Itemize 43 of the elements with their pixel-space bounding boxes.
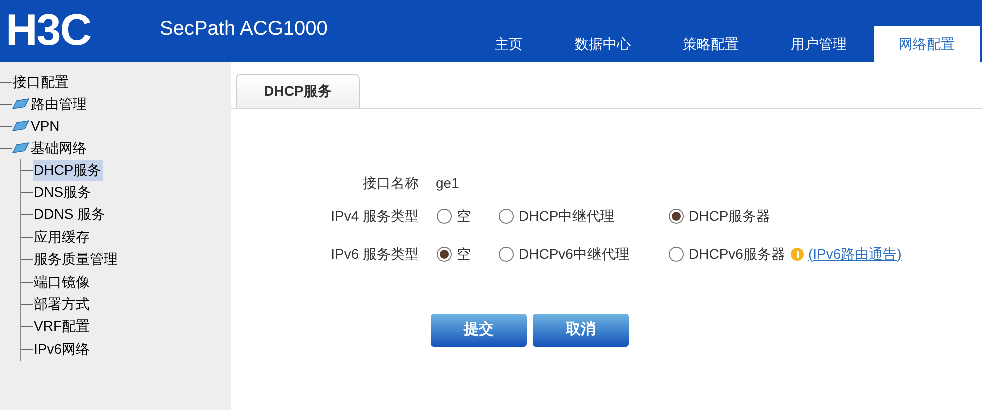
tree-item[interactable]: VPN: [30, 116, 61, 136]
tree-item[interactable]: DDNS 服务: [33, 204, 107, 226]
action-button[interactable]: 提交: [431, 314, 527, 347]
folder-icon: [12, 120, 30, 132]
nav-tab[interactable]: 主页: [470, 26, 548, 62]
field-label: 接口名称: [362, 174, 419, 192]
field-value: ge1: [436, 174, 460, 193]
routing-link[interactable]: (IPv6路由通告): [808, 244, 902, 264]
tree-item[interactable]: 应用缓存: [33, 226, 91, 248]
folder-icon: [12, 142, 30, 154]
tree-item[interactable]: IPv6网络: [33, 338, 92, 360]
tree-item[interactable]: 服务质量管理: [33, 249, 119, 270]
tree-item[interactable]: 基础网络: [30, 138, 88, 158]
radio-button[interactable]: [669, 246, 684, 262]
product-title: SecPath ACG1000: [160, 17, 328, 42]
tree-item[interactable]: 端口镜像: [33, 272, 91, 293]
nav-tab[interactable]: 网络配置: [874, 26, 980, 62]
folder-icon: [12, 98, 30, 110]
nav-tab[interactable]: 用户管理: [766, 26, 872, 62]
radio-button[interactable]: [669, 208, 684, 224]
radio-button[interactable]: [499, 208, 514, 224]
nav-tab[interactable]: 数据中心: [550, 26, 656, 62]
radio-label: DHCP服务器: [689, 206, 771, 226]
radio-button[interactable]: [437, 208, 452, 224]
radio-label: 空: [457, 206, 471, 226]
tree-item[interactable]: DHCP服务: [33, 160, 103, 181]
nav-tab[interactable]: 策略配置: [658, 26, 764, 62]
logo: H3C: [6, 9, 92, 53]
radio-label: 空: [457, 244, 471, 264]
radio-label: DHCPv6服务器: [689, 244, 786, 264]
tree-item[interactable]: DNS服务: [33, 182, 93, 204]
field-label: IPv4 服务类型: [330, 206, 419, 226]
tree-item[interactable]: 部署方式: [33, 294, 91, 316]
radio-label: DHCP中继代理: [519, 206, 615, 226]
radio-button[interactable]: [437, 246, 452, 262]
tab[interactable]: DHCP服务: [236, 74, 360, 108]
action-button[interactable]: 取消: [533, 314, 629, 347]
radio-button[interactable]: [499, 246, 514, 262]
radio-label: DHCPv6中继代理: [519, 244, 630, 264]
tree-item[interactable]: VRF配置: [33, 316, 91, 338]
field-label: IPv6 服务类型: [330, 244, 419, 264]
tree-item[interactable]: 路由管理: [30, 94, 88, 114]
tree-item[interactable]: 接口配置: [12, 72, 70, 92]
